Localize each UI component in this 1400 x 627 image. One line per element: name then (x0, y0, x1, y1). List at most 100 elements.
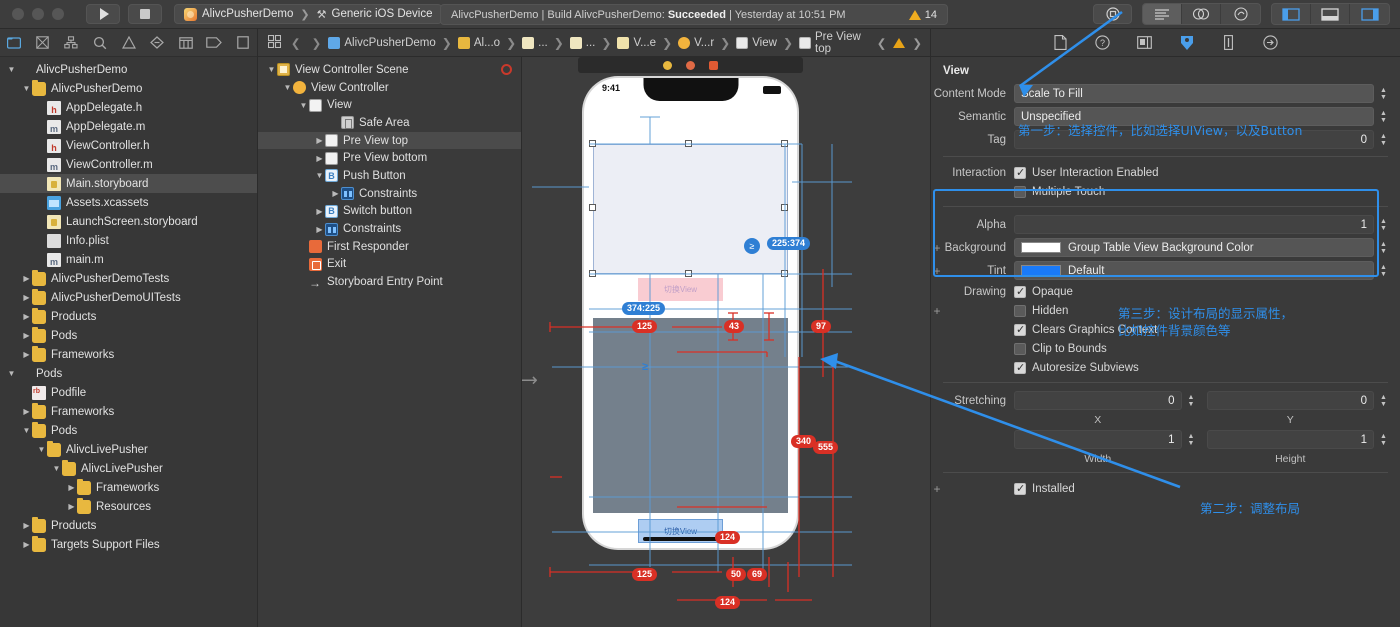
file-tree-row[interactable]: ▶ Targets Support Files (0, 535, 257, 554)
measure-97[interactable]: 97 (811, 320, 832, 333)
chevron-right-icon[interactable]: ▶ (314, 136, 325, 145)
outline-row[interactable]: ▶ Pre View bottom (258, 149, 521, 167)
stretch-height-input[interactable]: 1 (1206, 430, 1374, 449)
breadcrumb-item[interactable]: Pre View top (799, 31, 874, 55)
file-tree-row[interactable]: AppDelegate.h (0, 98, 257, 117)
inspector-toggle-button[interactable] (1350, 4, 1389, 24)
find-navigator-icon[interactable] (86, 29, 115, 57)
file-tree-row[interactable]: ▶ Resources (0, 497, 257, 516)
installed-checkbox[interactable] (1014, 482, 1026, 495)
report-navigator-icon[interactable] (229, 29, 258, 57)
alpha-input[interactable]: 1 (1014, 215, 1374, 234)
outline-row[interactable]: ▼ B Push Button (258, 167, 521, 185)
outline-row[interactable]: ▶ Constraints (258, 185, 521, 203)
chevron-down-icon[interactable]: ▼ (282, 83, 293, 92)
issue-navigator-icon[interactable] (114, 29, 143, 57)
run-button[interactable] (86, 4, 120, 24)
file-tree-row[interactable]: ▶ AlivcPusherDemoTests (0, 269, 257, 288)
attributes-inspector-icon[interactable] (1177, 33, 1197, 53)
content-mode-chevron-icon[interactable]: ▲ ▼ (1377, 84, 1390, 103)
hidden-checkbox[interactable] (1014, 304, 1026, 317)
background-add-variation-button[interactable]: + (931, 241, 943, 255)
measure-555[interactable]: 555 (813, 441, 839, 454)
user-interaction-checkbox[interactable] (1014, 166, 1026, 179)
activity-status-bar[interactable]: AlivcPusherDemo | Build AlivcPusherDemo:… (440, 4, 948, 25)
chevron-right-icon[interactable]: ▶ (314, 225, 325, 234)
hidden-add-variation-button[interactable]: + (931, 304, 943, 318)
error-badge[interactable] (501, 64, 512, 76)
file-tree-row[interactable]: ViewController.m (0, 155, 257, 174)
file-tree-row[interactable]: ▶ Products (0, 307, 257, 326)
chevron-right-icon[interactable]: ▶ (66, 502, 77, 511)
stretch-x-stepper[interactable]: ▲ ▼ (1185, 391, 1198, 410)
chevron-right-icon[interactable]: ▶ (330, 189, 341, 198)
breadcrumb-item[interactable]: V...e (617, 36, 656, 49)
background-chevron-icon[interactable]: ▲ ▼ (1377, 238, 1390, 257)
clears-graphics-checkbox[interactable] (1014, 323, 1026, 336)
installed-checkbox-row[interactable]: Installed (1014, 480, 1075, 498)
file-tree-row[interactable]: ▼ Pods (0, 421, 257, 440)
file-tree-row[interactable]: ▼ AlivcPusherDemo (0, 60, 257, 79)
outline-row[interactable]: ▼ View Controller Scene (258, 61, 521, 79)
navigator-toolbar[interactable] (0, 29, 257, 57)
file-tree-row[interactable]: ▼ Pods (0, 364, 257, 383)
tint-color-select[interactable]: Default (1014, 261, 1374, 280)
measure-125-top[interactable]: 125 (632, 320, 658, 333)
multiple-touch-checkbox[interactable] (1014, 185, 1026, 198)
breadcrumb-item[interactable]: V...r (678, 36, 714, 49)
identity-inspector-icon[interactable] (1135, 33, 1155, 53)
connections-inspector-icon[interactable] (1261, 33, 1281, 53)
panel-toggle-segmented[interactable] (1271, 3, 1390, 25)
standard-editor-button[interactable] (1143, 4, 1182, 24)
breadcrumb-item[interactable]: ... (569, 36, 595, 49)
inspector-tab-bar[interactable]: ? (931, 29, 1400, 57)
measure-124-lower[interactable]: 124 (715, 596, 741, 609)
file-tree-row[interactable]: ▶ Frameworks (0, 478, 257, 497)
measure-125-bottom[interactable]: 125 (632, 568, 658, 581)
measure-50[interactable]: 50 (726, 568, 747, 581)
jump-bar[interactable]: ❮ ❯ AlivcPusherDemo ❯ Al...o ❯... ❯... ❯ V...e… (258, 29, 930, 57)
stretch-x-input[interactable]: 0 (1014, 391, 1182, 410)
symbol-navigator-icon[interactable] (57, 29, 86, 57)
stretch-y-input[interactable]: 0 (1206, 391, 1374, 410)
iphone-preview[interactable]: 9:41 切换View 切换View (584, 78, 797, 548)
file-tree-row[interactable]: Podfile (0, 383, 257, 402)
tint-chevron-icon[interactable]: ▲ ▼ (1377, 261, 1390, 280)
chevron-right-icon[interactable]: ▶ (66, 483, 77, 492)
semantic-chevron-icon[interactable]: ▲ ▼ (1377, 107, 1390, 126)
autoresize-checkbox[interactable] (1014, 361, 1026, 374)
back-button[interactable]: ❮ (287, 36, 305, 50)
previous-issue-button[interactable]: ❮ (877, 36, 887, 50)
measure-69[interactable]: 69 (747, 568, 768, 581)
file-tree-row[interactable]: Main.storyboard (0, 174, 257, 193)
tag-stepper[interactable]: ▲ ▼ (1377, 130, 1390, 149)
project-file-tree[interactable]: ▼ AlivcPusherDemo ▼ AlivcPusherDemo AppDeleg… (0, 57, 257, 627)
zoom-icon[interactable] (52, 8, 64, 20)
minimize-icon[interactable] (32, 8, 44, 20)
outline-row[interactable]: ▶ Pre View top (258, 131, 521, 150)
pre-view-bottom[interactable] (593, 318, 788, 513)
size-inspector-icon[interactable] (1219, 33, 1239, 53)
file-tree-row[interactable]: ▼ AlivcLivePusher (0, 440, 257, 459)
warning-badge[interactable]: 14 (908, 9, 937, 21)
outline-row[interactable]: Safe Area (258, 114, 521, 132)
stretch-width-stepper[interactable]: ▲ ▼ (1185, 430, 1198, 449)
measure-124-upper[interactable]: 124 (715, 531, 741, 544)
chevron-down-icon[interactable]: ▼ (36, 445, 47, 454)
file-tree-row[interactable]: ▶ Frameworks (0, 345, 257, 364)
file-tree-row[interactable]: Assets.xcassets (0, 193, 257, 212)
debug-toggle-button[interactable] (1311, 4, 1350, 24)
measure-43[interactable]: 43 (724, 320, 745, 333)
outline-row[interactable]: ▼ View Controller (258, 79, 521, 97)
breadcrumb-item[interactable]: ... (522, 36, 548, 49)
outline-row[interactable]: Exit (258, 256, 521, 274)
clip-to-bounds-checkbox[interactable] (1014, 342, 1026, 355)
opaque-checkbox-row[interactable]: Opaque (1014, 283, 1073, 301)
content-mode-select[interactable]: Scale To Fill (1014, 84, 1374, 103)
multiple-touch-checkbox-row[interactable]: Multiple Touch (1014, 183, 1105, 201)
forward-button[interactable]: ❯ (308, 36, 326, 50)
outline-row[interactable]: ▶ Constraints (258, 220, 521, 238)
file-tree-row[interactable]: ▶ Products (0, 516, 257, 535)
editor-mode-segmented[interactable] (1142, 3, 1261, 25)
close-icon[interactable] (12, 8, 24, 20)
